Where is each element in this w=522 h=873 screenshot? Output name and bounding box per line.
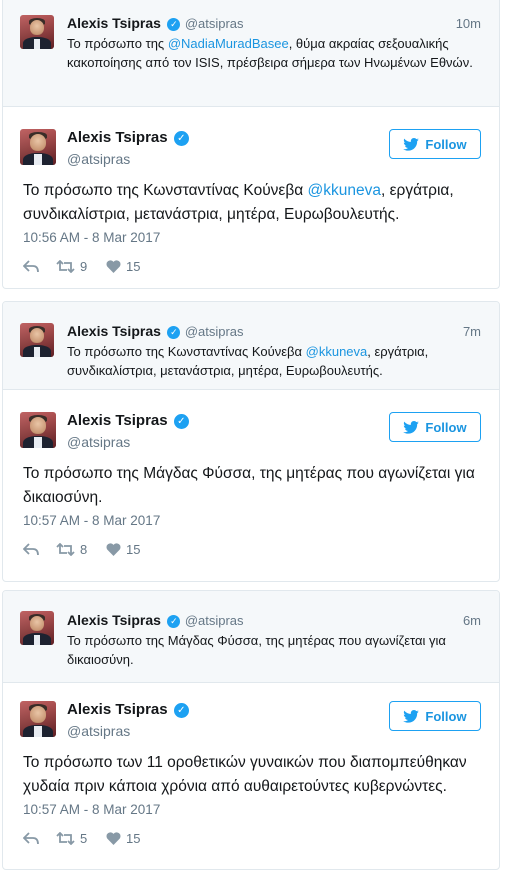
context-author: Alexis Tsipras ✓ @atsipras xyxy=(67,323,481,341)
tweet-timestamp[interactable]: 10:57 AM - 8 Mar 2017 xyxy=(23,802,160,817)
avatar[interactable] xyxy=(20,129,56,165)
tweet-actions: 5 15 xyxy=(23,831,156,846)
tweet-text: Το πρόσωπο των 11 οροθετικών γυναικών πο… xyxy=(23,751,479,799)
retweet-button[interactable]: 9 xyxy=(56,259,106,274)
author-handle[interactable]: @atsipras xyxy=(67,434,130,450)
author-name[interactable]: Alexis Tsipras xyxy=(67,15,161,31)
text-segment: Το πρόσωπο της Μάγδας Φύσσα, της μητέρας… xyxy=(23,465,475,506)
verified-icon: ✓ xyxy=(167,326,181,339)
tweet-text: Το πρόσωπο της Μάγδας Φύσσα, της μητέρας… xyxy=(23,462,479,510)
retweet-count: 8 xyxy=(80,542,88,557)
heart-icon xyxy=(106,543,121,556)
context-author: Alexis Tsipras ✓ @atsipras xyxy=(67,15,481,33)
tweet-text: Το πρόσωπο της Κωνσταντίνας Κούνεβα @kku… xyxy=(23,179,479,227)
follow-label: Follow xyxy=(425,136,467,152)
author-name[interactable]: Alexis Tsipras xyxy=(67,412,168,429)
context-text: Το πρόσωπο της Κωνσταντίνας Κούνεβα @kku… xyxy=(67,342,479,380)
verified-icon: ✓ xyxy=(173,703,189,718)
heart-icon xyxy=(106,832,121,845)
author-name[interactable]: Alexis Tsipras xyxy=(67,612,161,628)
like-count: 15 xyxy=(126,542,141,557)
retweet-icon xyxy=(56,832,75,845)
main-author: Alexis Tsipras ✓ xyxy=(67,701,189,718)
author-handle[interactable]: @atsipras xyxy=(67,151,130,167)
retweet-count: 5 xyxy=(80,831,88,846)
like-button[interactable]: 15 xyxy=(106,542,156,557)
author-name[interactable]: Alexis Tsipras xyxy=(67,323,161,339)
reply-icon xyxy=(23,543,39,556)
author-handle[interactable]: @atsipras xyxy=(185,324,244,339)
tweet-actions: 8 15 xyxy=(23,542,156,557)
text-segment: Το πρόσωπο των 11 οροθετικών γυναικών πο… xyxy=(23,754,467,795)
main-author: Alexis Tsipras ✓ xyxy=(67,129,189,146)
retweet-icon xyxy=(56,543,75,556)
context-time[interactable]: 10m xyxy=(456,16,481,31)
verified-icon: ✓ xyxy=(173,414,189,429)
reply-button[interactable] xyxy=(23,260,56,273)
heart-icon xyxy=(106,260,121,273)
follow-label: Follow xyxy=(425,419,467,435)
quoted-context-tweet[interactable]: Alexis Tsipras ✓ @atsipras 6m Το πρόσωπο… xyxy=(3,591,499,683)
avatar[interactable] xyxy=(20,701,56,737)
tweet-timestamp[interactable]: 10:56 AM - 8 Mar 2017 xyxy=(23,230,160,245)
reply-button[interactable] xyxy=(23,543,56,556)
context-time[interactable]: 7m xyxy=(463,324,481,339)
follow-button[interactable]: Follow xyxy=(389,129,481,159)
retweet-count: 9 xyxy=(80,259,88,274)
avatar[interactable] xyxy=(20,15,54,49)
follow-button[interactable]: Follow xyxy=(389,701,481,731)
reply-icon xyxy=(23,832,39,845)
reply-icon xyxy=(23,260,39,273)
text-segment: Το πρόσωπο της Μάγδας Φύσσα, της μητέρας… xyxy=(67,633,446,667)
verified-icon: ✓ xyxy=(173,131,189,146)
retweet-icon xyxy=(56,260,75,273)
context-author: Alexis Tsipras ✓ @atsipras xyxy=(67,612,481,630)
tweet-card: Alexis Tsipras ✓ @atsipras 10m Το πρόσωπ… xyxy=(2,0,500,289)
author-handle[interactable]: @atsipras xyxy=(185,16,244,31)
tweet-timestamp[interactable]: 10:57 AM - 8 Mar 2017 xyxy=(23,513,160,528)
twitter-bird-icon xyxy=(403,420,420,434)
like-count: 15 xyxy=(126,259,141,274)
author-name[interactable]: Alexis Tsipras xyxy=(67,701,168,718)
verified-icon: ✓ xyxy=(167,18,181,31)
follow-button[interactable]: Follow xyxy=(389,412,481,442)
like-count: 15 xyxy=(126,831,141,846)
verified-icon: ✓ xyxy=(167,615,181,628)
tweet-card: Alexis Tsipras ✓ @atsipras 7m Το πρόσωπο… xyxy=(2,301,500,582)
main-author: Alexis Tsipras ✓ xyxy=(67,412,189,429)
twitter-bird-icon xyxy=(403,137,420,151)
text-segment: Το πρόσωπο της Κωνσταντίνας Κούνεβα xyxy=(23,182,308,199)
quoted-context-tweet[interactable]: Alexis Tsipras ✓ @atsipras 7m Το πρόσωπο… xyxy=(3,302,499,390)
context-time[interactable]: 6m xyxy=(463,613,481,628)
tweet-actions: 9 15 xyxy=(23,259,156,274)
mention-link[interactable]: @kkuneva xyxy=(306,344,368,359)
avatar[interactable] xyxy=(20,611,54,645)
mention-link[interactable]: @kkuneva xyxy=(308,182,381,199)
like-button[interactable]: 15 xyxy=(106,259,156,274)
retweet-button[interactable]: 5 xyxy=(56,831,106,846)
context-text: Το πρόσωπο της Μάγδας Φύσσα, της μητέρας… xyxy=(67,631,479,669)
text-segment: Το πρόσωπο της Κωνσταντίνας Κούνεβα xyxy=(67,344,306,359)
quoted-context-tweet[interactable]: Alexis Tsipras ✓ @atsipras 10m Το πρόσωπ… xyxy=(3,0,499,107)
retweet-button[interactable]: 8 xyxy=(56,542,106,557)
context-text: Το πρόσωπο της @NadiaMuradBasee, θύμα ακ… xyxy=(67,34,479,72)
avatar[interactable] xyxy=(20,412,56,448)
reply-button[interactable] xyxy=(23,832,56,845)
author-handle[interactable]: @atsipras xyxy=(185,613,244,628)
tweet-card: Alexis Tsipras ✓ @atsipras 6m Το πρόσωπο… xyxy=(2,590,500,870)
like-button[interactable]: 15 xyxy=(106,831,156,846)
author-name[interactable]: Alexis Tsipras xyxy=(67,129,168,146)
twitter-bird-icon xyxy=(403,709,420,723)
follow-label: Follow xyxy=(425,708,467,724)
avatar[interactable] xyxy=(20,323,54,357)
mention-link[interactable]: @NadiaMuradBasee xyxy=(168,36,289,51)
author-handle[interactable]: @atsipras xyxy=(67,723,130,739)
text-segment: Το πρόσωπο της xyxy=(67,36,168,51)
